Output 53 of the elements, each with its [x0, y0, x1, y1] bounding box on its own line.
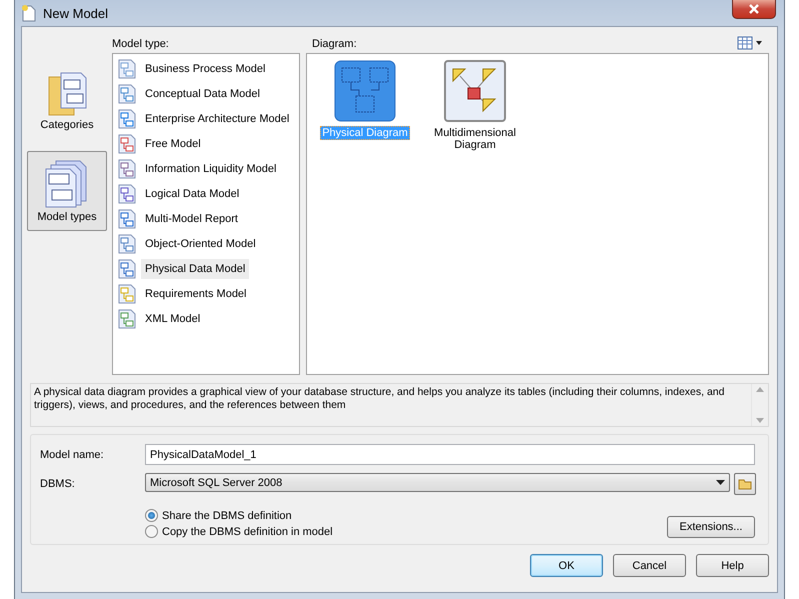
- diagram-icon: [116, 58, 138, 80]
- category-button[interactable]: Model types: [27, 151, 107, 231]
- radio-label[interactable]: Copy the DBMS definition in model: [162, 526, 333, 538]
- view-menu-icon: [737, 36, 763, 50]
- list-item[interactable]: Conceptual Data Model: [141, 84, 264, 104]
- input-field[interactable]: PhysicalDataModel_1: [145, 444, 755, 465]
- list-item[interactable]: Multi-Model Report: [141, 208, 242, 228]
- diagram-icon: [116, 232, 138, 254]
- dbms-dropdown[interactable]: Microsoft SQL Server 2008: [145, 473, 730, 492]
- close-button[interactable]: [732, 0, 776, 19]
- dialog-button[interactable]: Cancel: [613, 554, 686, 577]
- list-item[interactable]: Requirements Model: [141, 284, 250, 304]
- list-item[interactable]: Physical Data Model: [141, 258, 250, 278]
- browse-button[interactable]: [734, 473, 756, 495]
- category-button[interactable]: Categories: [27, 61, 107, 141]
- caret-icon: [716, 480, 725, 485]
- extensions-button[interactable]: Extensions...: [667, 516, 755, 538]
- diagram-icon: [116, 82, 138, 104]
- list-item[interactable]: Enterprise Architecture Model: [141, 108, 294, 128]
- diagram-icon: [334, 60, 396, 122]
- diagram-icon: [116, 308, 138, 330]
- dialog-button[interactable]: OK: [530, 554, 603, 577]
- radio-button[interactable]: [145, 509, 158, 522]
- description-text: A physical data diagram provides a graphical view of your database structure, and helps you analyze its tables (including their columns, indexes, and triggers), views, and procedures, and the references between them: [33, 385, 726, 413]
- list-item[interactable]: Object-Oriented Model: [141, 234, 260, 254]
- list-item[interactable]: Business Process Model: [141, 58, 270, 78]
- diagram-icon: [116, 182, 138, 204]
- window-title: New Model: [43, 6, 108, 20]
- close-icon: [748, 4, 760, 14]
- scroll-up-icon: [756, 387, 764, 392]
- folder-icon: [738, 478, 752, 490]
- list-item[interactable]: Information Liquidity Model: [141, 158, 280, 178]
- list-item[interactable]: Logical Data Model: [141, 184, 244, 204]
- diagram-icon: [116, 132, 138, 154]
- scroll-down-icon: [756, 418, 764, 423]
- list-label: Diagram:: [312, 38, 357, 50]
- diagram-icon: [116, 282, 138, 304]
- diagram-icon: [116, 108, 138, 130]
- radio-button[interactable]: [145, 525, 158, 538]
- radio-label[interactable]: Share the DBMS definition: [162, 510, 292, 522]
- diagram-item[interactable]: Multidimensional Diagram: [427, 126, 523, 152]
- list-label: Model type:: [112, 38, 170, 52]
- diagram-icon: [116, 258, 138, 280]
- cube-diagram-icon: [444, 60, 506, 122]
- field-label: Model name:: [40, 448, 105, 460]
- field-label: DBMS:: [40, 478, 76, 490]
- list-item[interactable]: XML Model: [141, 308, 204, 328]
- list-item[interactable]: Free Model: [141, 134, 205, 154]
- folder-icon: [47, 71, 87, 117]
- dialog-button[interactable]: Help: [696, 554, 769, 577]
- document-icon: [21, 4, 37, 22]
- diagram-icon: [116, 208, 138, 230]
- diagram-icon: [116, 158, 138, 180]
